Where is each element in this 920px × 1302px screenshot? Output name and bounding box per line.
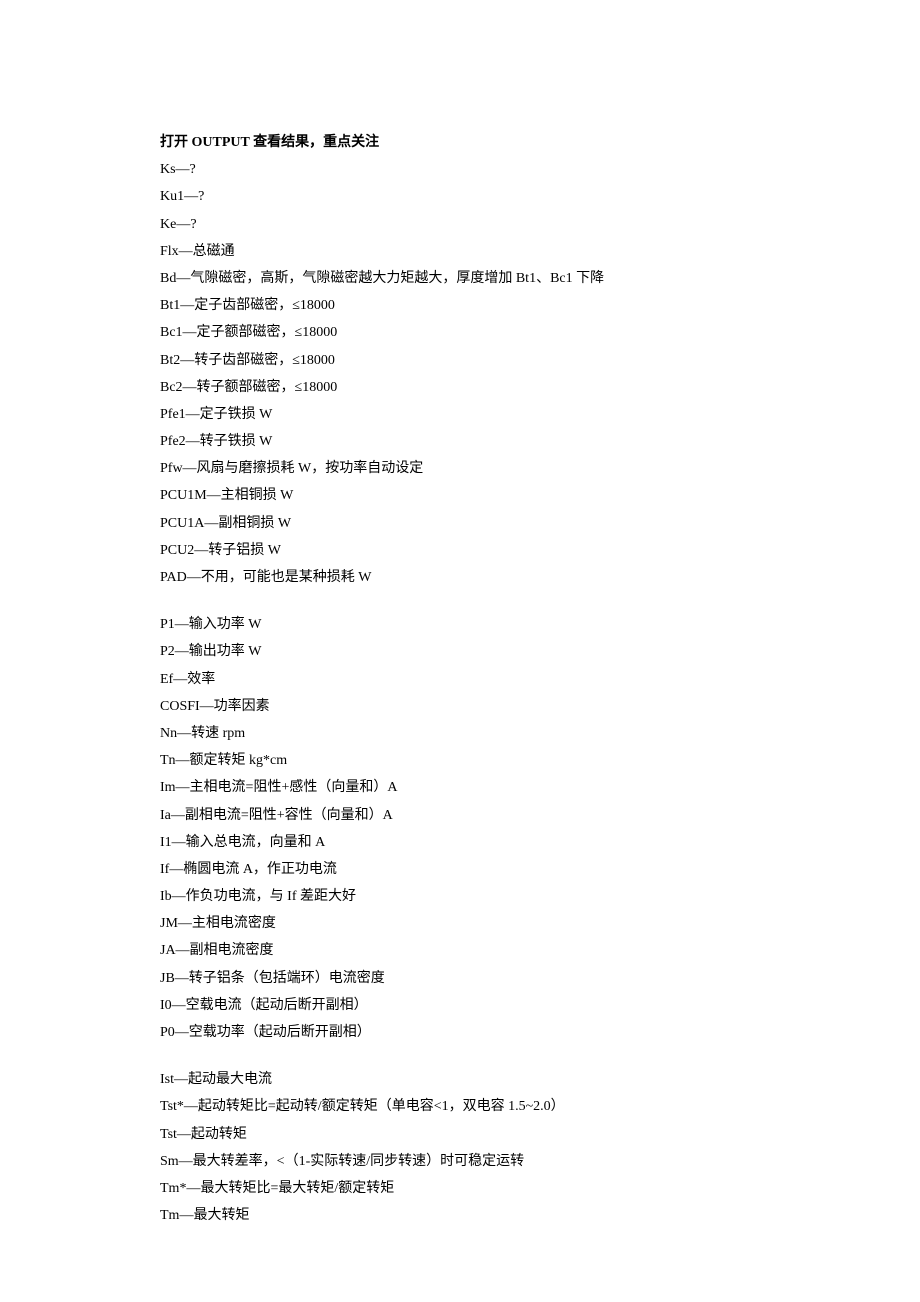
text-line: I0—空载电流（起动后断开副相） [160, 993, 760, 1018]
text-line: JM—主相电流密度 [160, 911, 760, 936]
text-line: Ks—? [160, 157, 760, 182]
text-line: Ist—起动最大电流 [160, 1067, 760, 1092]
text-line: PCU1M—主相铜损 W [160, 483, 760, 508]
text-line: Bd—气隙磁密，高斯，气隙磁密越大力矩越大，厚度增加 Bt1、Bc1 下降 [160, 266, 760, 291]
text-line: PAD—不用，可能也是某种损耗 W [160, 565, 760, 590]
text-line: COSFI—功率因素 [160, 694, 760, 719]
text-line: Ia—副相电流=阻性+容性（向量和）A [160, 803, 760, 828]
section-2: P1—输入功率 WP2—输出功率 W Ef—效率COSFI—功率因素Nn—转速 r… [160, 612, 760, 1045]
section-gap-2 [160, 1047, 760, 1067]
text-line: Tm—最大转矩 [160, 1203, 760, 1228]
text-line: Ku1—? [160, 184, 760, 209]
text-line: Bc2—转子额部磁密，≤18000 [160, 375, 760, 400]
text-line: P2—输出功率 W [160, 639, 760, 664]
text-line: P0—空载功率（起动后断开副相） [160, 1020, 760, 1045]
text-line: JB—转子铝条（包括端环）电流密度 [160, 966, 760, 991]
text-line: If—椭圆电流 A，作正功电流 [160, 857, 760, 882]
document-heading: 打开 OUTPUT 查看结果，重点关注 [160, 130, 760, 155]
section-3: Ist—起动最大电流Tst*—起动转矩比=起动转/额定转矩（单电容<1，双电容 … [160, 1067, 760, 1228]
text-line: Bc1—定子额部磁密，≤18000 [160, 320, 760, 345]
text-line: Pfw—风扇与磨擦损耗 W，按功率自动设定 [160, 456, 760, 481]
section-1: Ks—?Ku1—? Ke—?Flx—总磁通Bd—气隙磁密，高斯，气隙磁密越大力矩越… [160, 157, 760, 590]
text-line: Pfe2—转子铁损 W [160, 429, 760, 454]
text-line: Tst*—起动转矩比=起动转/额定转矩（单电容<1，双电容 1.5~2.0） [160, 1094, 760, 1119]
text-line: Ke—? [160, 212, 760, 237]
text-line: I1—输入总电流，向量和 A [160, 830, 760, 855]
text-line: Tm*—最大转矩比=最大转矩/额定转矩 [160, 1176, 760, 1201]
text-line: Sm—最大转差率，<（1-实际转速/同步转速）时可稳定运转 [160, 1149, 760, 1174]
section-gap-1 [160, 592, 760, 612]
text-line: Nn—转速 rpm [160, 721, 760, 746]
text-line: P1—输入功率 W [160, 612, 760, 637]
text-line: Flx—总磁通 [160, 239, 760, 264]
text-line: Ef—效率 [160, 667, 760, 692]
text-line: JA—副相电流密度 [160, 938, 760, 963]
text-line: Bt2—转子齿部磁密，≤18000 [160, 348, 760, 373]
text-line: Bt1—定子齿部磁密，≤18000 [160, 293, 760, 318]
text-line: Im—主相电流=阻性+感性（向量和）A [160, 775, 760, 800]
text-line: Ib—作负功电流，与 If 差距大好 [160, 884, 760, 909]
text-line: Tst—起动转矩 [160, 1122, 760, 1147]
text-line: Tn—额定转矩 kg*cm [160, 748, 760, 773]
text-line: PCU1A—副相铜损 W [160, 511, 760, 536]
text-line: PCU2—转子铝损 W [160, 538, 760, 563]
text-line: Pfe1—定子铁损 W [160, 402, 760, 427]
